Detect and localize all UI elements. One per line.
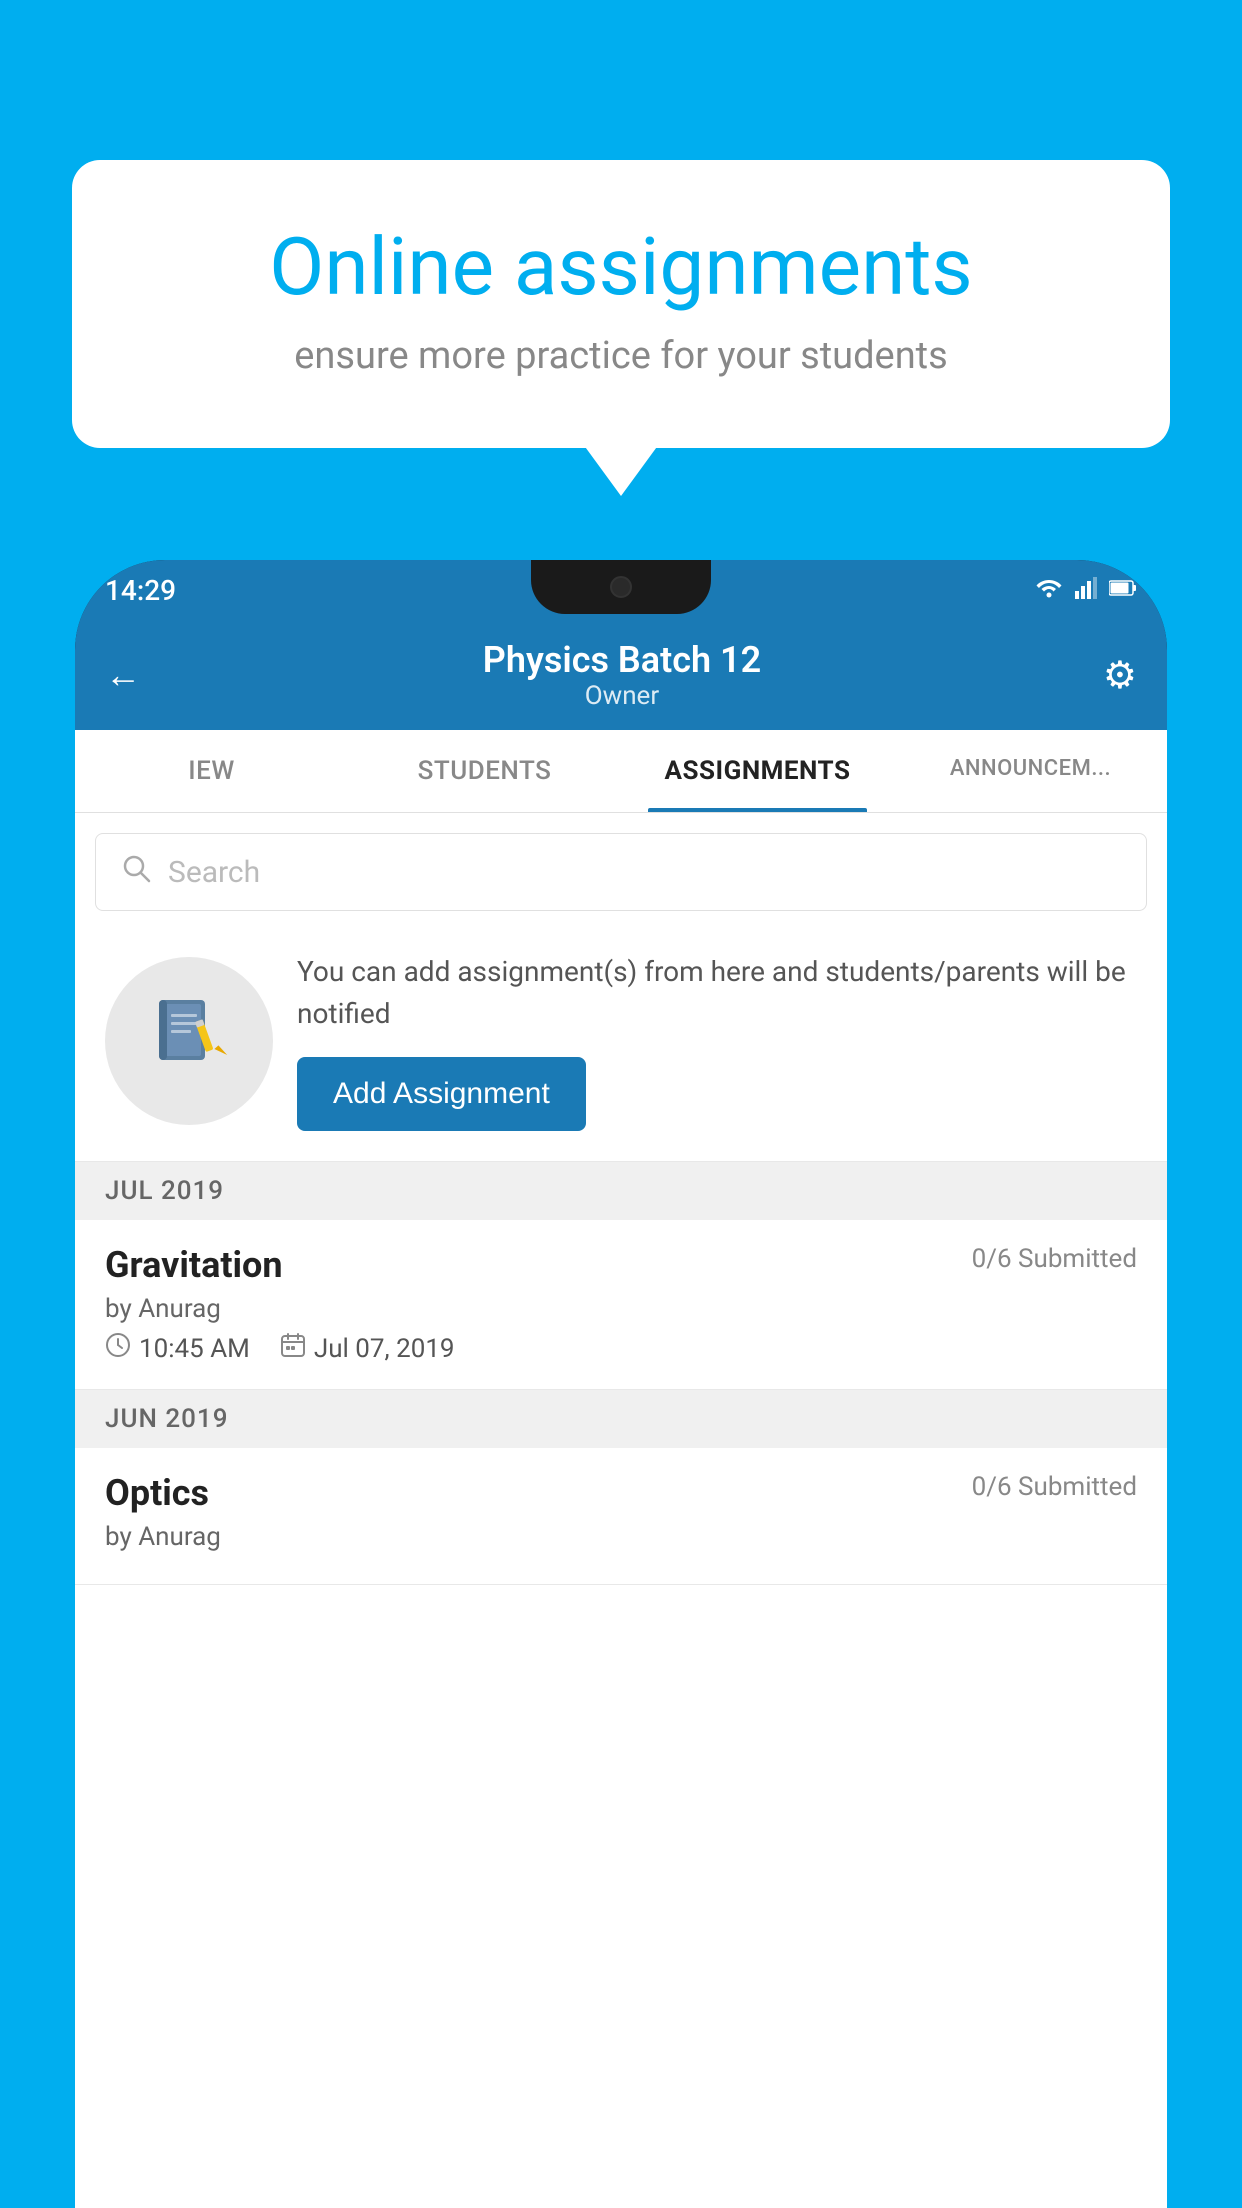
header-subtitle: Owner [483,681,761,711]
promo-section: You can add assignment(s) from here and … [75,931,1167,1162]
search-bar[interactable]: Search [95,833,1147,911]
tab-announcements[interactable]: ANNOUNCEM... [894,730,1167,812]
assignment-row-gravitation[interactable]: Gravitation 0/6 Submitted by Anurag 10:4… [75,1220,1167,1390]
tab-assignments[interactable]: ASSIGNMENTS [621,730,894,812]
battery-icon [1109,579,1137,601]
phone-notch [531,560,711,614]
phone-camera [610,576,632,598]
assignment-submitted: 0/6 Submitted [972,1244,1137,1274]
signal-icon [1075,577,1097,603]
app-header: ← Physics Batch 12 Owner ⚙ [75,620,1167,730]
month-header-jun: JUN 2019 [75,1390,1167,1448]
assignment-time: 10:45 AM [105,1332,250,1365]
tabs-bar: IEW STUDENTS ASSIGNMENTS ANNOUNCEM... [75,730,1167,813]
calendar-icon [280,1332,306,1365]
assignment-row-top: Gravitation 0/6 Submitted [105,1244,1137,1286]
assignment-author-optics: by Anurag [105,1522,1137,1552]
speech-bubble-title: Online assignments [132,220,1110,314]
speech-bubble-subtitle: ensure more practice for your students [132,334,1110,378]
header-title-group: Physics Batch 12 Owner [483,639,761,711]
phone-content: IEW STUDENTS ASSIGNMENTS ANNOUNCEM... Se… [75,730,1167,2208]
assignment-date: Jul 07, 2019 [280,1332,455,1365]
assignment-promo-icon [105,957,273,1125]
status-icons [1035,576,1137,604]
assignment-meta: 10:45 AM Jul 07, 2019 [105,1332,1137,1365]
tab-students[interactable]: STUDENTS [348,730,621,812]
settings-icon[interactable]: ⚙ [1103,653,1137,698]
phone-frame: 14:29 [75,560,1167,2208]
assignment-author: by Anurag [105,1294,1137,1324]
search-icon [120,852,152,892]
assignment-submitted-optics: 0/6 Submitted [972,1472,1137,1502]
assignment-row-optics[interactable]: Optics 0/6 Submitted by Anurag [75,1448,1167,1585]
status-time: 14:29 [105,574,176,607]
assignment-title-optics: Optics [105,1472,209,1514]
promo-description: You can add assignment(s) from here and … [297,951,1137,1035]
wifi-icon [1035,576,1063,604]
month-header-jul: JUL 2019 [75,1162,1167,1220]
header-title: Physics Batch 12 [483,639,761,681]
tab-iew[interactable]: IEW [75,730,348,812]
assignment-row-top-optics: Optics 0/6 Submitted [105,1472,1137,1514]
search-input[interactable]: Search [168,855,260,890]
assignment-title: Gravitation [105,1244,283,1286]
back-button[interactable]: ← [105,654,141,696]
add-assignment-button[interactable]: Add Assignment [297,1057,586,1131]
clock-icon [105,1332,131,1365]
promo-right: You can add assignment(s) from here and … [297,951,1137,1131]
speech-bubble-card: Online assignments ensure more practice … [72,160,1170,448]
